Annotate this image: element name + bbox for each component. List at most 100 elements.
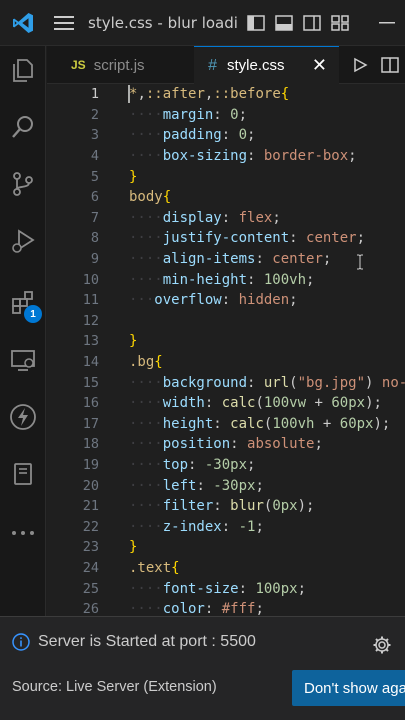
more-icon[interactable] [0,509,46,557]
code-token: overflow [154,292,222,309]
code-line[interactable]: 22 ····z-index: -1; [47,517,405,538]
book-icon[interactable] [0,450,46,498]
code-token: ; [255,601,264,616]
code-token: ::after [145,86,205,103]
code-line[interactable]: 3 ····padding: 0; [47,125,405,146]
code-token: center [306,230,357,247]
code-line[interactable]: 23} [47,537,405,558]
code-token: : [188,457,205,474]
code-token: : [221,292,239,309]
hamburger-menu-icon[interactable] [46,0,82,46]
code-token: } [129,168,138,185]
code-line[interactable]: 5} [47,166,405,187]
code-line[interactable]: 19 ····top: -30px; [47,455,405,476]
code-token: .text [129,560,172,577]
code-token: : [247,271,264,288]
code-token: : [221,209,239,226]
code-token: box-sizing [162,148,248,165]
code-line[interactable]: 10 ····min-height: 100vh; [47,269,405,290]
extensions-icon[interactable]: 1 [0,279,46,327]
tab-script-js[interactable]: JS script.js [47,46,194,84]
code-token: -1 [238,518,256,535]
code-token: ) [365,374,382,391]
code-line[interactable]: 16 ····width: calc(100vw + 60px); [47,393,405,414]
minimize-icon[interactable] [369,0,405,46]
search-icon[interactable] [0,103,46,151]
code-token: + [314,415,340,432]
code-token: 100vh [272,415,315,432]
line-number: 2 [90,106,99,123]
split-editor-icon[interactable] [375,46,405,84]
code-line[interactable]: 13} [47,331,405,352]
toggle-primary-sidebar-icon[interactable] [242,0,270,46]
code-token: ; [238,106,248,123]
line-number: 26 [82,601,99,616]
code-line[interactable]: 21 ····filter: blur(0px); [47,496,405,517]
code-token: ···· [129,209,163,226]
code-line[interactable]: 25 ····font-size: 100px; [47,578,405,599]
line-code: ····left: -30px; [129,478,264,494]
run-icon[interactable] [345,46,375,84]
code-token: -30px [204,457,248,474]
code-line[interactable]: 2 ····margin: 0; [47,105,405,126]
code-token: : [238,580,256,597]
remote-explorer-icon[interactable] [0,336,46,384]
gear-icon[interactable] [372,635,392,659]
code-token: top [162,457,189,474]
explorer-icon[interactable] [0,46,46,94]
customize-layout-icon[interactable] [326,0,354,46]
code-token: "bg.jpg" [297,374,366,391]
line-number: 14 [82,354,99,371]
source-control-icon[interactable] [0,160,46,208]
code-token: ···· [129,148,163,165]
code-token: : [247,148,264,165]
code-token: ···· [129,457,163,474]
code-line[interactable]: 9 ····align-items: center; [47,249,405,270]
code-token: : [204,395,222,412]
tab-style-css[interactable]: # style.css ✕ [194,46,339,84]
code-token: ( [289,374,298,391]
code-token: ···· [129,518,163,535]
title-bar: style.css - blur loadin... [0,0,405,46]
code-line[interactable]: 12 [47,311,405,332]
code-line[interactable]: 11 ···overflow: hidden; [47,290,405,311]
code-token: font-size [162,580,239,597]
run-debug-icon[interactable] [0,217,46,265]
line-number: 23 [82,539,99,556]
line-number: 8 [90,230,99,247]
code-line[interactable]: 7 ····display: flex; [47,208,405,229]
code-editor[interactable]: 1 *,::after,::before{2 ····margin: 0; 3 ····… [47,84,405,616]
code-line[interactable]: 24 .text{ [47,558,405,579]
code-line[interactable]: 1 *,::after,::before{ [47,84,405,105]
line-number: 3 [90,127,99,144]
extensions-badge: 1 [24,305,42,323]
code-token: : [255,251,273,268]
code-line[interactable]: 20 ····left: -30px; [47,475,405,496]
thunder-client-icon[interactable] [0,393,46,441]
code-line[interactable]: 6 body{ [47,187,405,208]
code-line[interactable]: 8 ····justify-content: center; [47,228,405,249]
code-line[interactable]: 18 ····position: absolute; [47,434,405,455]
toggle-secondary-sidebar-icon[interactable] [298,0,326,46]
code-token: calc [221,395,256,412]
close-tab-icon[interactable]: ✕ [312,55,327,76]
code-line[interactable]: 26 ····color: #fff; [47,599,405,616]
editor-tabs: JS script.js # style.css ✕ [47,46,405,84]
line-code: *,::after,::before{ [129,86,289,102]
code-line[interactable]: 17 ····height: calc(100vh + 60px); [47,414,405,435]
code-line[interactable]: 15 ····background: url("bg.jpg") no- [47,372,405,393]
code-token: ···· [129,271,163,288]
code-line[interactable]: 4 ····box-sizing: border-box; [47,146,405,167]
code-token: : [213,498,231,515]
code-token: ; [314,436,323,453]
code-token: ; [247,127,256,144]
line-number: 19 [82,457,99,474]
code-token: ; [247,457,256,474]
line-number: 11 [82,292,99,309]
dont-show-again-button[interactable]: Don't show aga [292,670,405,706]
js-file-icon: JS [71,58,86,72]
code-token: ); [373,415,391,432]
toggle-panel-icon[interactable] [270,0,298,46]
code-line[interactable]: 14 .bg{ [47,352,405,373]
code-token: : [213,415,231,432]
